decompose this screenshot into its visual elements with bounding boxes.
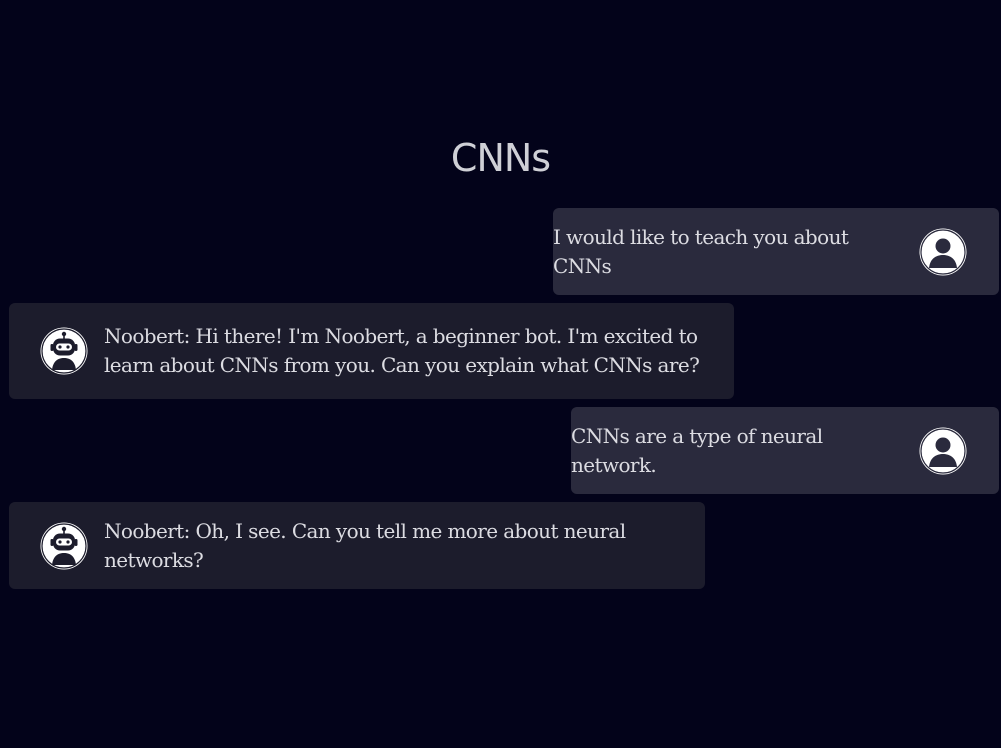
message-text: Noobert: Oh, I see. Can you tell me more… <box>104 518 626 572</box>
message-text: CNNs are a type of neural network. <box>571 423 823 477</box>
robot-avatar-icon <box>40 327 88 375</box>
message-text: Noobert: Hi there! I'm Noobert, a beginn… <box>104 324 700 377</box>
message-text: I would like to teach you about CNNs <box>553 224 849 278</box>
user-avatar-icon <box>919 427 967 475</box>
bot-message: Noobert: Hi there! I'm Noobert, a beginn… <box>9 303 734 399</box>
page-title: CNNs <box>450 136 551 180</box>
user-message: CNNs are a type of neural network. <box>571 407 999 494</box>
user-avatar-icon <box>919 228 967 276</box>
bot-message: Noobert: Oh, I see. Can you tell me more… <box>9 502 705 589</box>
user-message: I would like to teach you about CNNs <box>553 208 999 295</box>
robot-avatar-icon <box>40 522 88 570</box>
